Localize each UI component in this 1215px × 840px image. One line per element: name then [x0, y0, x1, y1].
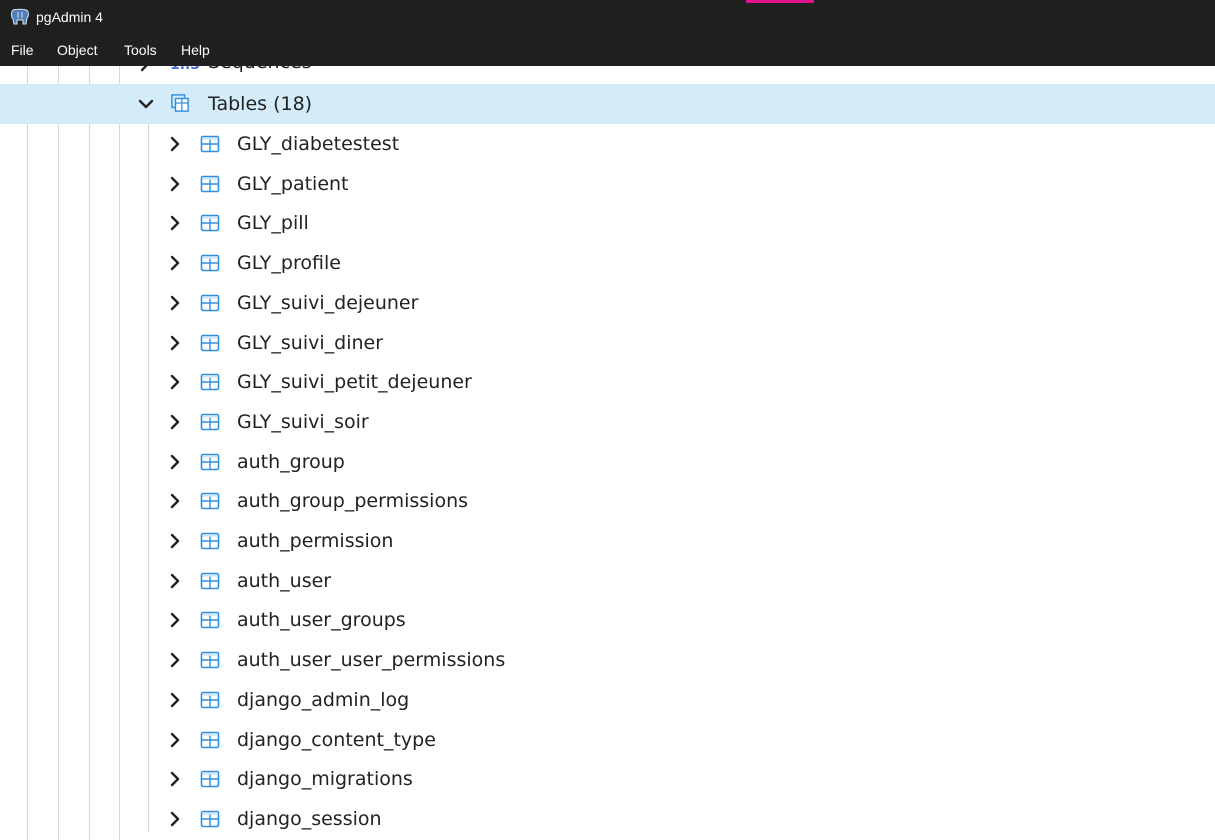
chevron-right-icon[interactable] — [166, 611, 184, 629]
tree-node-table-label: auth_user_user_permissions — [237, 649, 506, 672]
tree-node-tables-label: Tables (18) — [208, 93, 313, 115]
chevron-right-icon[interactable] — [166, 810, 184, 828]
tree-node-table-label: GLY_suivi_diner — [237, 331, 384, 354]
tree-node-table-label: GLY_suivi_dejeuner — [237, 291, 419, 314]
table-icon — [200, 175, 220, 192]
chevron-right-icon[interactable] — [166, 731, 184, 749]
tree-node-table[interactable]: django_content_type — [0, 720, 1215, 760]
elephant-icon — [11, 8, 29, 25]
tree-node-table-label: GLY_suivi_petit_dejeuner — [237, 371, 472, 394]
table-icon — [200, 810, 220, 828]
table-icon — [200, 572, 220, 589]
tree-node-table-label: GLY_pill — [237, 212, 309, 235]
tree-node-table-label: django_admin_log — [237, 688, 410, 711]
tree-node-table-label: GLY_diabetestest — [237, 133, 400, 155]
object-explorer-tree: 1..3 Sequences Tables (18) GLY_diabetest… — [0, 0, 1215, 840]
table-icon — [200, 612, 220, 629]
table-icon — [200, 373, 220, 391]
chevron-right-icon[interactable] — [166, 334, 184, 352]
chevron-right-icon[interactable] — [166, 294, 184, 312]
window-titlebar: pgAdmin 4 — [0, 0, 1215, 35]
tree-node-table[interactable]: GLY_suivi_dejeuner — [0, 283, 1215, 323]
tree-node-table-label: django_session — [237, 807, 382, 830]
table-icon — [200, 731, 220, 748]
table-icon — [200, 453, 220, 470]
tree-node-table-label: auth_permission — [237, 530, 394, 552]
table-icon — [200, 254, 220, 272]
table-icon — [200, 413, 220, 431]
table-icon — [200, 294, 220, 312]
tree-node-table-label: auth_user_groups — [237, 609, 406, 632]
tree-node-table[interactable]: auth_user_groups — [0, 600, 1215, 640]
tree-node-table[interactable]: django_admin_log — [0, 680, 1215, 720]
tree-node-table[interactable]: auth_user — [0, 561, 1215, 601]
chevron-right-icon[interactable] — [166, 492, 184, 510]
table-icon — [200, 135, 220, 153]
menu-object[interactable]: Object — [57, 42, 97, 58]
chevron-right-icon[interactable] — [166, 135, 184, 153]
table-icon — [200, 651, 220, 669]
tree-node-table[interactable]: auth_group — [0, 442, 1215, 482]
table-icon — [200, 532, 220, 550]
chevron-right-icon[interactable] — [166, 214, 184, 232]
tree-node-table-label: GLY_suivi_soir — [237, 410, 369, 433]
chevron-right-icon[interactable] — [166, 254, 184, 272]
menu-file[interactable]: File — [11, 42, 34, 58]
tree-node-table[interactable]: GLY_suivi_petit_dejeuner — [0, 362, 1215, 402]
table-icon — [200, 334, 220, 351]
table-icon — [200, 770, 220, 788]
tree-node-table[interactable]: GLY_pill — [0, 203, 1215, 243]
tree-node-table[interactable]: auth_user_user_permissions — [0, 640, 1215, 680]
chevron-right-icon[interactable] — [166, 651, 184, 669]
tree-node-table[interactable]: auth_group_permissions — [0, 481, 1215, 521]
tree-node-table-label: auth_group_permissions — [237, 490, 469, 513]
tree-node-table[interactable]: auth_permission — [0, 521, 1215, 561]
menu-help[interactable]: Help — [181, 42, 210, 58]
table-icon — [200, 215, 220, 232]
table-icon — [200, 492, 220, 510]
chevron-right-icon[interactable] — [166, 373, 184, 391]
chevron-right-icon[interactable] — [166, 572, 184, 590]
tree-node-table[interactable]: GLY_patient — [0, 164, 1215, 204]
chevron-right-icon[interactable] — [166, 691, 184, 709]
chevron-right-icon[interactable] — [166, 770, 184, 788]
tree-node-table[interactable]: GLY_diabetestest — [0, 124, 1215, 164]
chevron-right-icon[interactable] — [166, 453, 184, 471]
chevron-right-icon[interactable] — [166, 532, 184, 550]
tree-node-table[interactable]: GLY_suivi_soir — [0, 402, 1215, 442]
chevron-down-icon[interactable] — [137, 95, 155, 113]
tree-node-table-label: django_content_type — [237, 728, 436, 751]
chevron-right-icon[interactable] — [166, 175, 184, 193]
tree-node-tables[interactable]: Tables (18) — [0, 84, 1215, 124]
tables-icon — [171, 94, 189, 112]
chevron-right-icon[interactable] — [166, 413, 184, 431]
menu-bar: File Object Tools Help — [0, 35, 1215, 66]
tree-node-table-label: auth_user — [237, 569, 332, 592]
window-title: pgAdmin 4 — [36, 9, 103, 25]
tree-node-table-label: django_migrations — [237, 768, 413, 791]
tree-node-table[interactable]: django_session — [0, 799, 1215, 839]
tree-node-table[interactable]: django_migrations — [0, 759, 1215, 799]
tree-node-table-label: GLY_patient — [237, 172, 349, 195]
window-accent-line — [746, 0, 814, 3]
menu-tools[interactable]: Tools — [124, 42, 157, 58]
tree-node-table[interactable]: GLY_profile — [0, 243, 1215, 283]
tree-node-table-label: GLY_profile — [237, 252, 341, 275]
tree-node-table[interactable]: GLY_suivi_diner — [0, 323, 1215, 363]
tree-node-table-label: auth_group — [237, 450, 345, 473]
table-icon — [200, 691, 220, 709]
